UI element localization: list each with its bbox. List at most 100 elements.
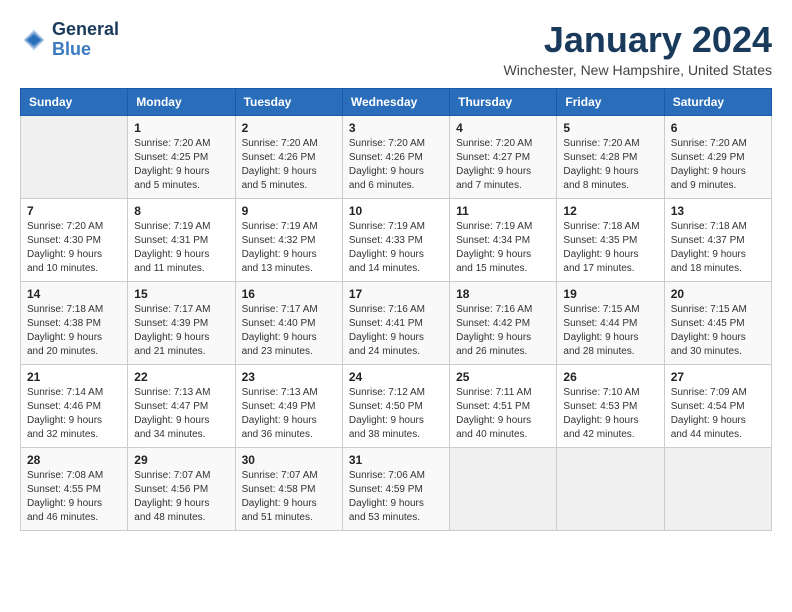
day-number: 28 [27,453,121,467]
calendar-cell: 30 Sunrise: 7:07 AMSunset: 4:58 PMDayligh… [235,447,342,530]
calendar-cell: 14Sunrise: 7:18 AMSunset: 4:38 PMDayligh… [21,281,128,364]
header-thursday: Thursday [450,88,557,115]
calendar-cell [450,447,557,530]
calendar-table: Sunday Monday Tuesday Wednesday Thursday… [20,88,772,531]
calendar-subtitle: Winchester, New Hampshire, United States [504,62,772,78]
calendar-week-row: 28 Sunrise: 7:08 AMSunset: 4:55 PMDayligh… [21,447,772,530]
day-number: 18 [456,287,550,301]
day-number: 25 [456,370,550,384]
day-info: Sunrise: 7:20 AMSunset: 4:28 PMDaylight:… [563,137,657,193]
day-info: Sunrise: 7:10 AMSunset: 4:53 PMDaylight:… [563,386,657,442]
calendar-cell: 9 Sunrise: 7:19 AMSunset: 4:32 PMDaylight… [235,198,342,281]
day-number: 14 [27,287,121,301]
logo: General Blue [20,20,119,60]
calendar-header: Sunday Monday Tuesday Wednesday Thursday… [21,88,772,115]
header-row: Sunday Monday Tuesday Wednesday Thursday… [21,88,772,115]
day-number: 1 [134,121,228,135]
calendar-week-row: 1 Sunrise: 7:20 AMSunset: 4:25 PMDaylight… [21,115,772,198]
day-number: 22 [134,370,228,384]
calendar-cell [664,447,771,530]
day-number: 17 [349,287,443,301]
day-number: 20 [671,287,765,301]
day-info: Sunrise: 7:18 AMSunset: 4:37 PMDaylight:… [671,220,765,276]
header-saturday: Saturday [664,88,771,115]
header-sunday: Sunday [21,88,128,115]
day-info: Sunrise: 7:19 AMSunset: 4:34 PMDaylight:… [456,220,550,276]
day-number: 15 [134,287,228,301]
day-info: Sunrise: 7:19 AMSunset: 4:31 PMDaylight:… [134,220,228,276]
day-info: Sunrise: 7:20 AMSunset: 4:30 PMDaylight:… [27,220,121,276]
day-info: Sunrise: 7:18 AMSunset: 4:35 PMDaylight:… [563,220,657,276]
calendar-body: 1 Sunrise: 7:20 AMSunset: 4:25 PMDaylight… [21,115,772,530]
day-number: 26 [563,370,657,384]
calendar-cell: 28 Sunrise: 7:08 AMSunset: 4:55 PMDayligh… [21,447,128,530]
calendar-cell: 24Sunrise: 7:12 AMSunset: 4:50 PMDayligh… [342,364,449,447]
calendar-cell: 5 Sunrise: 7:20 AMSunset: 4:28 PMDaylight… [557,115,664,198]
day-info: Sunrise: 7:09 AMSunset: 4:54 PMDaylight:… [671,386,765,442]
day-number: 27 [671,370,765,384]
calendar-cell: 27 Sunrise: 7:09 AMSunset: 4:54 PMDayligh… [664,364,771,447]
day-info: Sunrise: 7:07 AMSunset: 4:56 PMDaylight:… [134,469,228,525]
day-number: 12 [563,204,657,218]
day-info: Sunrise: 7:08 AMSunset: 4:55 PMDaylight:… [27,469,121,525]
calendar-cell: 15 Sunrise: 7:17 AMSunset: 4:39 PMDayligh… [128,281,235,364]
day-info: Sunrise: 7:13 AMSunset: 4:47 PMDaylight:… [134,386,228,442]
day-number: 8 [134,204,228,218]
day-info: Sunrise: 7:15 AMSunset: 4:45 PMDaylight:… [671,303,765,359]
day-info: Sunrise: 7:17 AMSunset: 4:40 PMDaylight:… [242,303,336,359]
day-number: 23 [242,370,336,384]
logo-text: General Blue [52,20,119,60]
day-number: 30 [242,453,336,467]
calendar-cell: 22 Sunrise: 7:13 AMSunset: 4:47 PMDayligh… [128,364,235,447]
day-number: 4 [456,121,550,135]
calendar-cell: 4Sunrise: 7:20 AMSunset: 4:27 PMDaylight… [450,115,557,198]
calendar-cell: 13 Sunrise: 7:18 AMSunset: 4:37 PMDayligh… [664,198,771,281]
calendar-cell [557,447,664,530]
calendar-cell: 21Sunrise: 7:14 AMSunset: 4:46 PMDayligh… [21,364,128,447]
calendar-cell: 11Sunrise: 7:19 AMSunset: 4:34 PMDayligh… [450,198,557,281]
header-monday: Monday [128,88,235,115]
day-info: Sunrise: 7:19 AMSunset: 4:33 PMDaylight:… [349,220,443,276]
day-info: Sunrise: 7:16 AMSunset: 4:41 PMDaylight:… [349,303,443,359]
calendar-cell: 10 Sunrise: 7:19 AMSunset: 4:33 PMDayligh… [342,198,449,281]
calendar-cell: 18Sunrise: 7:16 AMSunset: 4:42 PMDayligh… [450,281,557,364]
header: General Blue January 2024 Winchester, Ne… [20,20,772,78]
day-number: 5 [563,121,657,135]
day-info: Sunrise: 7:07 AMSunset: 4:58 PMDaylight:… [242,469,336,525]
calendar-cell: 2 Sunrise: 7:20 AMSunset: 4:26 PMDaylight… [235,115,342,198]
logo-icon [20,26,48,54]
calendar-cell: 8 Sunrise: 7:19 AMSunset: 4:31 PMDaylight… [128,198,235,281]
day-info: Sunrise: 7:13 AMSunset: 4:49 PMDaylight:… [242,386,336,442]
day-number: 9 [242,204,336,218]
day-number: 7 [27,204,121,218]
day-info: Sunrise: 7:11 AMSunset: 4:51 PMDaylight:… [456,386,550,442]
calendar-cell [21,115,128,198]
day-number: 29 [134,453,228,467]
day-number: 16 [242,287,336,301]
day-info: Sunrise: 7:20 AMSunset: 4:29 PMDaylight:… [671,137,765,193]
day-number: 10 [349,204,443,218]
calendar-cell: 1 Sunrise: 7:20 AMSunset: 4:25 PMDaylight… [128,115,235,198]
calendar-cell: 12 Sunrise: 7:18 AMSunset: 4:35 PMDayligh… [557,198,664,281]
day-number: 13 [671,204,765,218]
header-tuesday: Tuesday [235,88,342,115]
day-info: Sunrise: 7:15 AMSunset: 4:44 PMDaylight:… [563,303,657,359]
day-number: 21 [27,370,121,384]
header-wednesday: Wednesday [342,88,449,115]
calendar-cell: 17 Sunrise: 7:16 AMSunset: 4:41 PMDayligh… [342,281,449,364]
calendar-cell: 26 Sunrise: 7:10 AMSunset: 4:53 PMDayligh… [557,364,664,447]
calendar-cell: 23 Sunrise: 7:13 AMSunset: 4:49 PMDayligh… [235,364,342,447]
day-info: Sunrise: 7:17 AMSunset: 4:39 PMDaylight:… [134,303,228,359]
day-info: Sunrise: 7:19 AMSunset: 4:32 PMDaylight:… [242,220,336,276]
day-number: 2 [242,121,336,135]
day-number: 31 [349,453,443,467]
calendar-week-row: 14Sunrise: 7:18 AMSunset: 4:38 PMDayligh… [21,281,772,364]
calendar-cell: 16 Sunrise: 7:17 AMSunset: 4:40 PMDayligh… [235,281,342,364]
calendar-cell: 7 Sunrise: 7:20 AMSunset: 4:30 PMDaylight… [21,198,128,281]
calendar-cell: 25 Sunrise: 7:11 AMSunset: 4:51 PMDayligh… [450,364,557,447]
day-info: Sunrise: 7:20 AMSunset: 4:26 PMDaylight:… [242,137,336,193]
day-number: 6 [671,121,765,135]
calendar-cell: 3Sunrise: 7:20 AMSunset: 4:26 PMDaylight… [342,115,449,198]
day-number: 24 [349,370,443,384]
day-info: Sunrise: 7:20 AMSunset: 4:25 PMDaylight:… [134,137,228,193]
